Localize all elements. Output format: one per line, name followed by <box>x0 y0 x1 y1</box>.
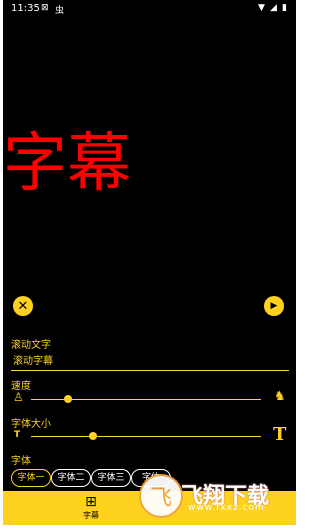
text-large-icon: T <box>273 424 287 445</box>
watermark-url: www.fxxz.com <box>188 503 265 513</box>
text-small-icon: T <box>14 430 21 440</box>
font-size-label: 字体大小 <box>11 419 51 430</box>
fast-run-icon: ♞ <box>274 389 286 404</box>
wifi-icon: ▼ <box>258 3 265 13</box>
app-screen: 11:35 ⊠ 虫 ▼ ◢ ▮ 字幕 ✕ ▶ 滚动文字 滚动字幕 速度 ♙ ♞ … <box>3 0 296 525</box>
tab-subtitle-label: 字幕 <box>83 511 99 520</box>
signal-icon: ◢ <box>270 3 277 13</box>
font-option-1[interactable]: 字体一 <box>11 469 51 487</box>
close-icon: ✕ <box>17 298 29 314</box>
status-time: 11:35 <box>11 3 40 14</box>
tab-subtitle[interactable]: ⊞ 字幕 <box>71 494 111 521</box>
play-icon: ▶ <box>270 301 278 311</box>
font-option-3[interactable]: 字体三 <box>91 469 131 487</box>
font-size-slider[interactable] <box>31 436 261 437</box>
notification-icon: ⊠ <box>41 3 49 13</box>
play-button[interactable]: ▶ <box>264 296 284 316</box>
watermark-glyph: 飞 <box>149 486 172 511</box>
subtitle-tab-icon: ⊞ <box>85 494 97 510</box>
battery-icon: ▮ <box>282 3 287 13</box>
scroll-text-label: 滚动文字 <box>11 340 51 351</box>
slow-walk-icon: ♙ <box>13 390 24 404</box>
bug-icon: 虫 <box>55 6 65 16</box>
marquee-preview-text: 字幕 <box>3 127 131 201</box>
watermark-logo: 飞 <box>139 474 183 518</box>
font-option-2[interactable]: 字体二 <box>51 469 91 487</box>
scroll-text-input[interactable]: 滚动字幕 <box>11 354 289 371</box>
close-button[interactable]: ✕ <box>13 296 33 316</box>
font-label: 字体 <box>11 456 31 467</box>
status-bar: 11:35 ⊠ 虫 ▼ ◢ ▮ <box>3 0 296 18</box>
speed-slider-thumb[interactable] <box>63 395 72 403</box>
font-size-slider-thumb[interactable] <box>89 432 98 440</box>
